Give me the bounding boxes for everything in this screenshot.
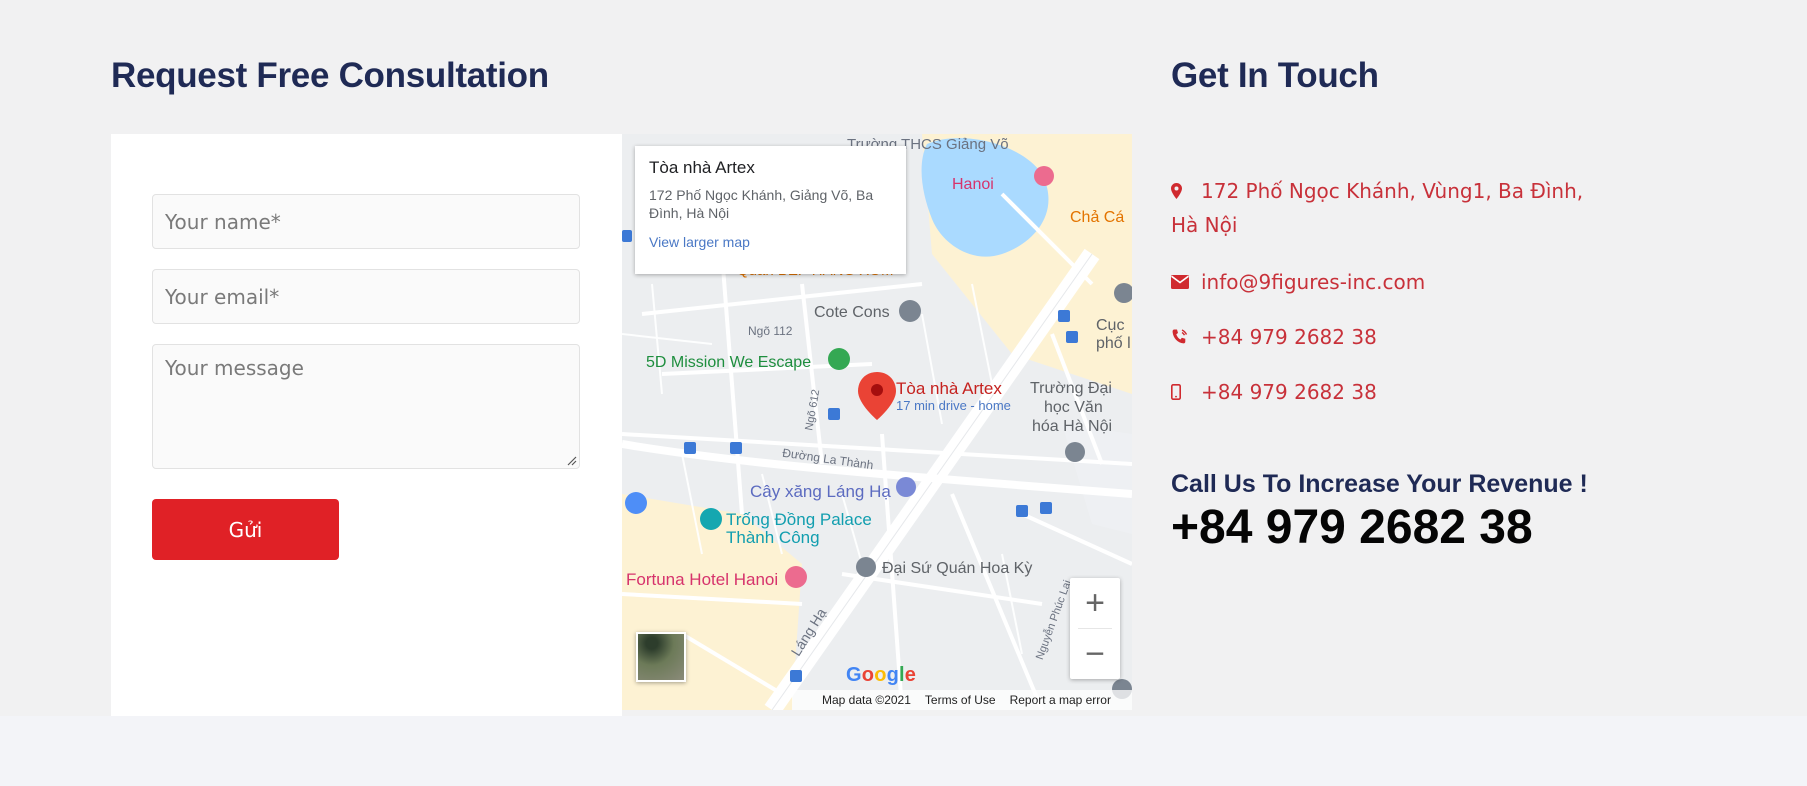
- map-data-text: Map data ©2021: [822, 693, 911, 707]
- consultation-title: Request Free Consultation: [111, 56, 549, 95]
- call-phone-number[interactable]: +84 979 2682 38: [1171, 500, 1533, 555]
- view-larger-map-link[interactable]: View larger map: [649, 234, 892, 250]
- terms-of-use-link[interactable]: Terms of Use: [925, 693, 996, 707]
- report-map-error-link[interactable]: Report a map error: [1010, 693, 1111, 707]
- contact-title: Get In Touch: [1171, 56, 1379, 95]
- map-info-address: 172 Phố Ngọc Khánh, Giảng Võ, Ba Đình, H…: [649, 187, 874, 221]
- google-map[interactable]: Trường THCS Giảng Võ Hanoi Chả Cá Quán B…: [622, 134, 1132, 710]
- map-label: 17 min drive - home: [896, 398, 1011, 413]
- google-logo: Google: [846, 664, 917, 686]
- satellite-thumbnail: [638, 634, 684, 680]
- mobile-icon: [1171, 375, 1201, 409]
- map-label: học Văn: [1044, 399, 1103, 416]
- resize-grip-icon[interactable]: [565, 454, 577, 466]
- contact-address: 172 Phố Ngọc Khánh, Vùng1, Ba Đình, Hà N…: [1171, 174, 1601, 242]
- footer-band: [0, 716, 1807, 786]
- message-textarea[interactable]: Your message: [152, 344, 580, 469]
- phone1-text[interactable]: +84 979 2682 38: [1201, 320, 1377, 354]
- email-placeholder: Your email*: [165, 284, 280, 309]
- map-label: hóa Hà Nội: [1032, 418, 1113, 435]
- map-label: Trường Đại: [1030, 380, 1112, 397]
- zoom-controls: + −: [1070, 578, 1120, 679]
- call-us-heading: Call Us To Increase Your Revenue !: [1171, 470, 1588, 498]
- map-label: Thành Công: [726, 528, 820, 547]
- contact-mobile[interactable]: +84 979 2682 38: [1171, 375, 1377, 409]
- contact-email[interactable]: info@9figures-inc.com: [1171, 265, 1425, 299]
- map-label: Tòa nhà Artex: [896, 379, 1002, 398]
- map-label: Ngõ 112: [748, 324, 793, 338]
- map-label: Đại Sứ Quán Hoa Kỳ: [882, 560, 1033, 577]
- submit-button[interactable]: Gửi: [152, 499, 339, 560]
- map-marker-icon: [1171, 174, 1201, 208]
- contact-phone[interactable]: +84 979 2682 38: [1171, 320, 1377, 354]
- email-input[interactable]: Your email*: [152, 269, 580, 324]
- email-text[interactable]: info@9figures-inc.com: [1201, 265, 1425, 299]
- map-label: Fortuna Hotel Hanoi: [626, 570, 779, 589]
- map-attribution: Map data ©2021 Terms of Use Report a map…: [792, 690, 1132, 710]
- phone2-text[interactable]: +84 979 2682 38: [1201, 375, 1377, 409]
- map-label: Cục: [1096, 317, 1125, 334]
- zoom-in-button[interactable]: +: [1070, 578, 1120, 628]
- satellite-toggle[interactable]: [636, 632, 686, 682]
- map-label: Hanoi: [952, 176, 994, 193]
- address-text: 172 Phố Ngọc Khánh, Vùng1, Ba Đình, Hà N…: [1171, 179, 1584, 237]
- map-label: Chả Cá: [1070, 209, 1125, 226]
- map-label: 5D Mission We Escape: [646, 354, 812, 371]
- page: Request Free Consultation Your name* You…: [0, 0, 1807, 716]
- map-label: phố l: [1096, 335, 1131, 352]
- map-info-title: Tòa nhà Artex: [649, 158, 755, 177]
- message-placeholder: Your message: [165, 356, 304, 380]
- phone-volume-icon: [1171, 320, 1201, 354]
- name-placeholder: Your name*: [165, 209, 281, 234]
- map-label: Cote Cons: [814, 304, 890, 321]
- consultation-form: Your name* Your email* Your message Gửi: [111, 134, 622, 716]
- name-input[interactable]: Your name*: [152, 194, 580, 249]
- envelope-icon: [1171, 265, 1201, 299]
- map-label: Cây xăng Láng Hạ: [750, 482, 891, 501]
- map-info-card: Tòa nhà Artex 172 Phố Ngọc Khánh, Giảng …: [635, 146, 906, 274]
- zoom-out-button[interactable]: −: [1070, 629, 1120, 679]
- map-label: Trống Đồng Palace: [726, 510, 872, 529]
